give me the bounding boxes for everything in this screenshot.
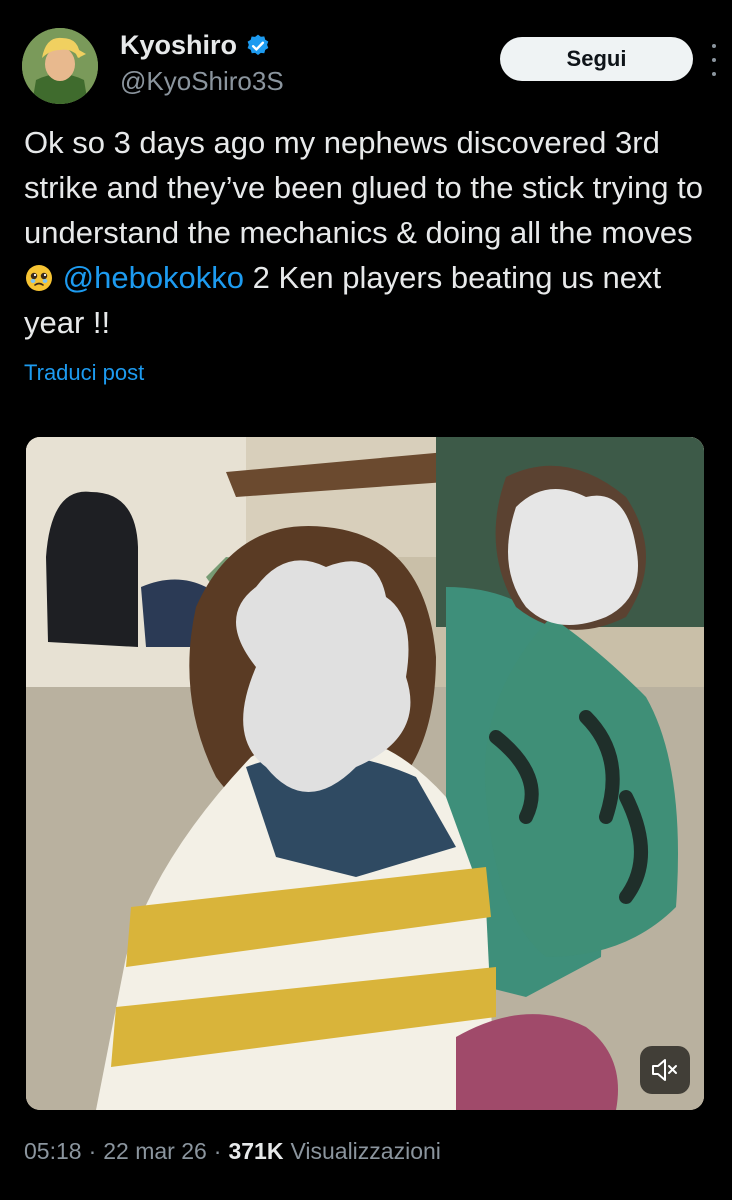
tweet-time[interactable]: 05:18 — [24, 1138, 82, 1165]
tweet-text-main: Ok so 3 days ago my nephews discovered 3… — [24, 125, 703, 250]
meta-separator: · — [213, 1138, 222, 1164]
meta-separator: · — [88, 1138, 97, 1164]
translate-post-link[interactable]: Traduci post — [24, 360, 144, 386]
views-label: Visualizzazioni — [290, 1138, 441, 1164]
author-name-row: Kyoshiro — [120, 30, 271, 61]
speaker-muted-icon[interactable] — [640, 1046, 690, 1094]
tweet-video[interactable] — [26, 437, 704, 1110]
verified-badge-icon — [245, 33, 271, 59]
tweet-text: Ok so 3 days ago my nephews discovered 3… — [24, 120, 714, 345]
video-frame — [26, 437, 704, 1110]
teary-face-emoji — [24, 260, 54, 291]
follow-button[interactable]: Segui — [500, 37, 693, 81]
tweet-date[interactable]: 22 mar 26 — [103, 1138, 207, 1165]
author-avatar[interactable] — [22, 28, 98, 104]
mention-link[interactable]: @hebokokko — [63, 260, 244, 295]
views-count: 371K — [228, 1138, 284, 1164]
tweet-meta: 05:18 · 22 mar 26 · 371K Visualizzazioni — [24, 1138, 441, 1165]
author-display-name[interactable]: Kyoshiro — [120, 30, 237, 61]
more-vertical-icon[interactable] — [707, 44, 721, 76]
author-handle[interactable]: @KyoShiro3S — [120, 66, 284, 97]
